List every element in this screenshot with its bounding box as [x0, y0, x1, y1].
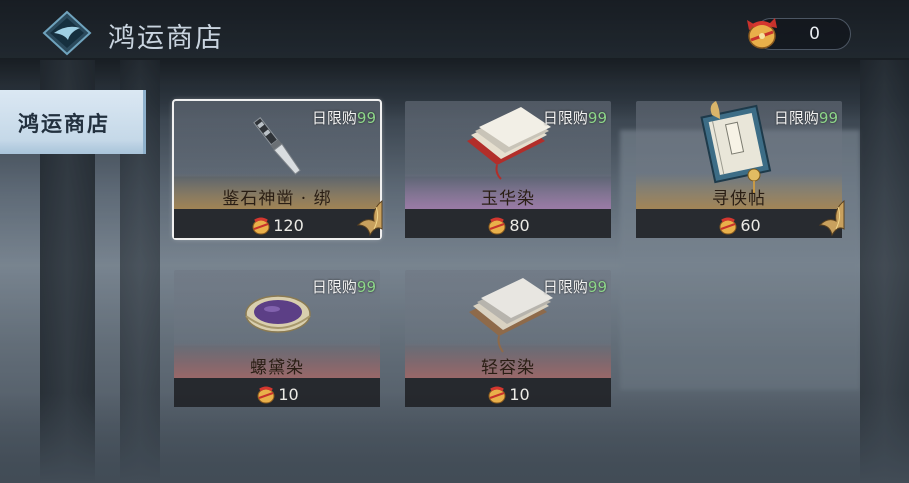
page-title: 鸿运商店: [108, 23, 224, 54]
daily-limit: 日限购99: [311, 278, 376, 296]
item-price: 80: [405, 215, 611, 235]
item-price: 10: [405, 384, 611, 404]
lucky-bag-icon: [486, 215, 508, 235]
daily-limit: 日限购99: [773, 109, 838, 127]
tab-lucky-shop[interactable]: 鸿运商店: [0, 90, 146, 154]
shop-item-card[interactable]: 日限购99 玉华染 80: [405, 101, 611, 238]
lucky-bag-icon: [717, 215, 739, 235]
header: 鸿运商店 0: [0, 0, 909, 70]
shop-item-card[interactable]: 日限购99 轻容染 10: [405, 270, 611, 407]
lucky-bag-icon: [250, 215, 272, 235]
shop-item-card[interactable]: 日限购99 寻侠帖 60: [636, 101, 845, 238]
background-scene: [0, 0, 909, 483]
rarity-corner-ornament: [346, 199, 384, 239]
back-diamond-icon[interactable]: [42, 10, 92, 56]
lucky-bag-icon: [486, 384, 508, 404]
item-name: 玉华染: [481, 189, 535, 209]
daily-limit: 日限购99: [542, 109, 607, 127]
rarity-corner-ornament: [808, 199, 846, 239]
lucky-bag-icon: [741, 12, 783, 52]
daily-limit: 日限购99: [311, 109, 376, 127]
daily-limit: 日限购99: [542, 278, 607, 296]
lucky-bag-icon: [255, 384, 277, 404]
item-price: 10: [174, 384, 380, 404]
item-name: 轻容染: [481, 358, 535, 378]
tab-lucky-shop-label: 鸿运商店: [18, 111, 110, 136]
currency-amount: 0: [809, 24, 820, 44]
shop-item-card[interactable]: 日限购99 螺黛染 10: [174, 270, 380, 407]
shop-item-card[interactable]: 日限购99 鉴石神凿 · 绑 120: [172, 99, 383, 240]
item-name: 螺黛染: [250, 358, 304, 378]
